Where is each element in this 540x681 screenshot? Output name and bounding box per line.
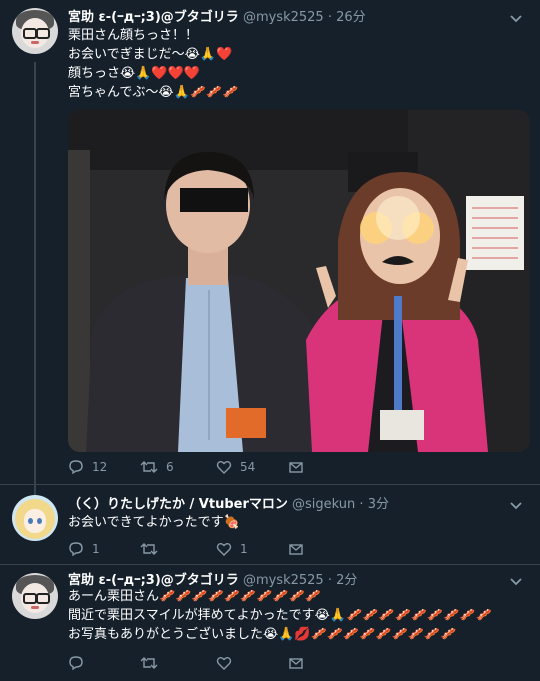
retweet-icon (140, 461, 158, 473)
avatar[interactable] (12, 8, 58, 54)
like-count: 54 (240, 460, 256, 474)
heart-icon (216, 543, 232, 556)
tweet-line: お写真もありがとうございました😭🙏💋🥓🥓🥓🥓🥓🥓🥓🥓🥓 (68, 627, 457, 642)
tweet-text: 栗田さん顔ちっさ！！ お会いでぎまじだ〜😭🙏❤️ 顔ちっさ😭🙏❤️❤️❤️ 宮ち… (68, 26, 238, 102)
share-icon (289, 658, 303, 669)
photo-image (68, 110, 530, 452)
tweet-line: 顔ちっさ😭🙏❤️❤️❤️ (68, 66, 200, 81)
tweet-actions: 12 6 54 (68, 459, 530, 479)
heart-icon (216, 657, 232, 670)
tweet-line: お会いできてよかったです🍖 (68, 515, 240, 530)
chevron-down-icon[interactable] (508, 497, 524, 513)
retweet-button[interactable]: 6 (140, 459, 174, 475)
like-count: 1 (240, 542, 248, 556)
display-name[interactable]: 宮助 ε-(ｰдｰ;3)@ブタゴリラ (68, 573, 239, 588)
chevron-down-icon[interactable] (508, 573, 524, 589)
like-button[interactable]: 1 (216, 541, 248, 557)
reply-icon (69, 656, 83, 671)
tweet-photo[interactable] (68, 110, 530, 452)
tweet-line: お会いでぎまじだ〜😭🙏❤️ (68, 47, 233, 62)
reply-icon (69, 460, 83, 475)
share-button[interactable] (288, 459, 304, 475)
tweet-text: あーん栗田さん🥓🥓🥓🥓🥓🥓🥓🥓🥓🥓 間近で栗田スマイルが拝めてよかったです😭🙏🥓… (68, 587, 492, 644)
tweet-header: 宮助 ε-(ｰдｰ;3)@ブタゴリラ @mysk2525 · 26分 (68, 6, 366, 25)
share-button[interactable] (288, 655, 304, 671)
share-button[interactable] (288, 541, 304, 557)
share-icon (289, 462, 303, 473)
display-name[interactable]: 宮助 ε-(ｰдｰ;3)@ブタゴリラ (68, 10, 239, 25)
tweet-line: 栗田さん顔ちっさ！！ (68, 28, 199, 43)
display-name[interactable]: （く）りたしげたか / Vtuberマロン (68, 497, 288, 512)
like-button[interactable] (216, 655, 240, 671)
separator: · (327, 573, 332, 588)
reply-count: 12 (92, 460, 108, 474)
tweet-1[interactable]: 宮助 ε-(ｰдｰ;3)@ブタゴリラ @mysk2525 · 26分 栗田さん顔… (0, 0, 540, 538)
tweet-2[interactable]: （く）りたしげたか / Vtuberマロン @sigekun · 3分 お会いで… (0, 484, 540, 565)
handle[interactable]: @sigekun (292, 497, 355, 512)
avatar[interactable] (12, 573, 58, 619)
separator: · (327, 10, 332, 25)
timestamp[interactable]: 3分 (368, 497, 389, 512)
tweet-line: 宮ちゃんでぶ〜😭🙏🥓🥓🥓 (68, 85, 239, 100)
chevron-down-icon[interactable] (508, 10, 524, 26)
retweet-button[interactable] (140, 541, 166, 557)
separator: · (359, 497, 364, 512)
reply-button[interactable]: 12 (68, 459, 107, 475)
like-button[interactable]: 54 (216, 459, 255, 475)
tweet-header: （く）りたしげたか / Vtuberマロン @sigekun · 3分 (68, 493, 389, 512)
heart-icon (216, 461, 232, 474)
share-icon (289, 544, 303, 555)
tweet-3[interactable]: 宮助 ε-(ｰдｰ;3)@ブタゴリラ @mysk2525 · 2分 あーん栗田さ… (0, 564, 540, 681)
timestamp[interactable]: 2分 (336, 573, 357, 588)
handle[interactable]: @mysk2525 (243, 10, 324, 25)
tweet-line: あーん栗田さん🥓🥓🥓🥓🥓🥓🥓🥓🥓🥓 (68, 589, 321, 604)
thread-line (34, 62, 36, 538)
tweet-text: お会いできてよかったです🍖 (68, 513, 240, 532)
retweet-button[interactable] (140, 655, 166, 671)
timestamp[interactable]: 26分 (336, 10, 366, 25)
handle[interactable]: @mysk2525 (243, 573, 324, 588)
tweet-actions: 1 1 (68, 541, 530, 561)
retweet-count: 6 (166, 460, 174, 474)
reply-count: 1 (92, 542, 100, 556)
retweet-icon (140, 543, 158, 555)
retweet-icon (140, 657, 158, 669)
reply-icon (69, 542, 83, 557)
tweet-line: 間近で栗田スマイルが拝めてよかったです😭🙏🥓🥓🥓🥓🥓🥓🥓🥓🥓 (68, 608, 492, 623)
tweet-actions (68, 655, 530, 675)
tweet-header: 宮助 ε-(ｰдｰ;3)@ブタゴリラ @mysk2525 · 2分 (68, 569, 357, 588)
reply-button[interactable]: 1 (68, 541, 100, 557)
reply-button[interactable] (68, 655, 92, 671)
avatar[interactable] (12, 495, 58, 541)
